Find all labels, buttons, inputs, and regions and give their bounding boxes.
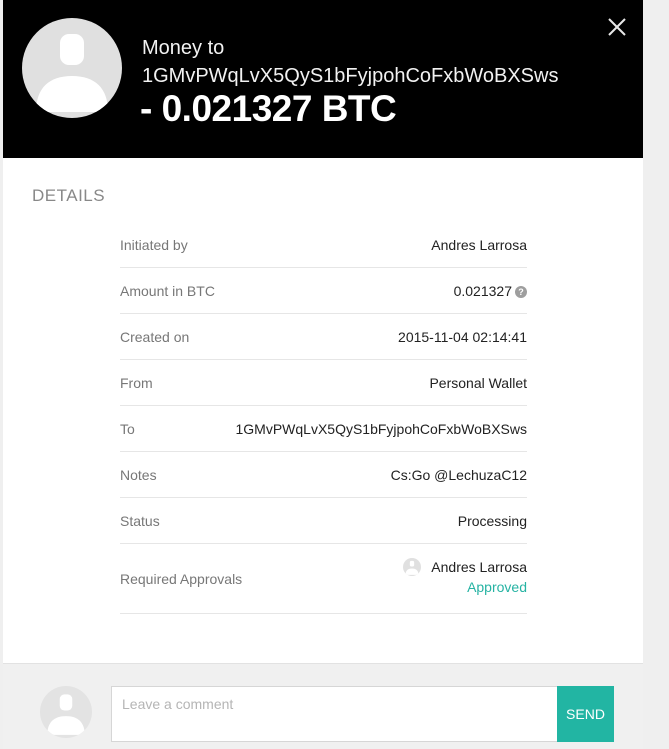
comment-input[interactable] <box>111 686 558 742</box>
detail-label: Initiated by <box>120 237 188 253</box>
user-silhouette-icon <box>47 694 85 735</box>
help-icon[interactable]: ? <box>515 286 527 299</box>
detail-row-required-approvals: Required Approvals Andres Larrosa Approv… <box>120 544 527 614</box>
details-table: Initiated by Andres Larrosa Amount in BT… <box>120 222 527 614</box>
detail-label: Required Approvals <box>120 571 243 587</box>
detail-value: 0.021327 <box>453 283 512 299</box>
close-icon <box>608 18 626 36</box>
detail-label: Status <box>120 513 160 529</box>
status-value: Processing <box>457 513 527 529</box>
detail-value: Personal Wallet <box>429 375 527 391</box>
transaction-modal: Money to 1GMvPWqLvX5QyS1bFyjpohCoFxbWoBX… <box>3 0 643 749</box>
detail-row-notes: Notes Cs:Go @LechuzaC12 <box>120 452 527 498</box>
detail-row-to: To 1GMvPWqLvX5QyS1bFyjpohCoFxbWoBXSws <box>120 406 527 452</box>
close-button[interactable] <box>606 16 628 38</box>
details-heading: DETAILS <box>32 186 106 205</box>
detail-label: To <box>120 421 135 437</box>
detail-label: Notes <box>120 467 157 483</box>
comment-bar: SEND <box>3 663 643 749</box>
detail-row-initiated-by: Initiated by Andres Larrosa <box>120 222 527 268</box>
approver-name: Andres Larrosa <box>431 559 527 575</box>
current-user-avatar <box>40 686 92 738</box>
approver-avatar <box>403 558 422 576</box>
send-button[interactable]: SEND <box>557 686 614 742</box>
detail-value: 1GMvPWqLvX5QyS1bFyjpohCoFxbWoBXSws <box>235 421 527 437</box>
detail-row-created-on: Created on 2015-11-04 02:14:41 <box>120 314 527 360</box>
approval-status: Approved <box>467 579 527 595</box>
title-prefix: Money to <box>142 37 225 59</box>
approver-line: Andres Larrosa <box>403 558 527 576</box>
transaction-header: Money to 1GMvPWqLvX5QyS1bFyjpohCoFxbWoBX… <box>3 0 643 158</box>
detail-value: Andres Larrosa <box>431 237 527 253</box>
detail-row-status: Status Processing <box>120 498 527 544</box>
transaction-amount: - 0.021327 BTC <box>140 88 397 129</box>
user-silhouette-icon <box>405 560 419 575</box>
detail-label: Amount in BTC <box>120 283 215 299</box>
recipient-avatar <box>22 18 122 118</box>
detail-value: 2015-11-04 02:14:41 <box>398 329 527 345</box>
detail-row-from: From Personal Wallet <box>120 360 527 406</box>
user-silhouette-icon <box>36 34 108 112</box>
detail-label: From <box>120 375 153 391</box>
detail-value: Cs:Go @LechuzaC12 <box>390 467 527 483</box>
approver: Andres Larrosa Approved <box>403 558 527 596</box>
detail-row-amount: Amount in BTC 0.021327? <box>120 268 527 314</box>
detail-value-group: 0.021327? <box>454 268 527 314</box>
detail-label: Created on <box>120 329 190 345</box>
